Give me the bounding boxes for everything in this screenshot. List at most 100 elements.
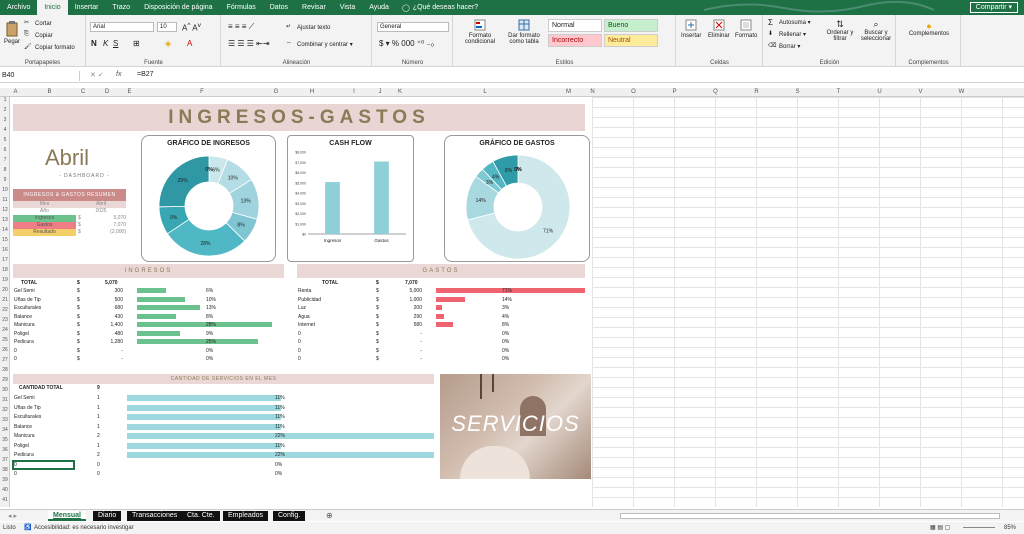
clear-button[interactable]: ⌫ Borrar ▾ <box>768 42 800 51</box>
row-header[interactable]: 33 <box>0 417 10 423</box>
row-header[interactable]: 18 <box>0 267 10 273</box>
row-header[interactable]: 15 <box>0 237 10 243</box>
format-cells-button[interactable]: Formato <box>735 19 757 39</box>
conditional-format-button[interactable]: Formato condicional <box>460 19 500 45</box>
column-header[interactable]: B <box>21 88 78 97</box>
column-header[interactable]: C <box>78 88 88 97</box>
row-header[interactable]: 34 <box>0 427 10 433</box>
cashflow-chart[interactable]: CASH FLOW $0 $1,000 $2,000 $3,000 $4,000 $5,0… <box>287 135 414 262</box>
column-header[interactable]: O <box>613 88 654 97</box>
column-header[interactable]: M <box>565 88 572 97</box>
addins-button[interactable]: ● Complementos <box>903 21 955 37</box>
row-header[interactable]: 22 <box>0 307 10 313</box>
row-header[interactable]: 4 <box>0 127 10 133</box>
row-header[interactable]: 20 <box>0 287 10 293</box>
merge-center-button[interactable]: ⇔ Combinar y centrar ▾ <box>286 40 353 49</box>
share-button[interactable]: Compartir ▾ <box>969 2 1018 13</box>
row-header[interactable]: 35 <box>0 437 10 443</box>
menu-tab[interactable]: Ayuda <box>362 0 396 15</box>
menu-tab[interactable]: Fórmulas <box>220 0 263 15</box>
column-header[interactable]: H <box>281 88 343 97</box>
view-mode-icons[interactable]: ▦ ▤ ▢ <box>930 522 950 534</box>
row-header[interactable]: 29 <box>0 377 10 383</box>
column-header[interactable]: E <box>126 88 133 97</box>
style-normal[interactable]: Normal <box>548 19 602 32</box>
column-header[interactable]: N <box>572 88 613 97</box>
underline-button[interactable]: S <box>113 39 118 48</box>
row-header[interactable]: 24 <box>0 327 10 333</box>
column-header[interactable]: S <box>777 88 818 97</box>
number-format-select[interactable]: General <box>377 22 449 32</box>
menu-tab[interactable]: Insertar <box>68 0 106 15</box>
row-header[interactable]: 27 <box>0 357 10 363</box>
row-header[interactable]: 14 <box>0 227 10 233</box>
cashflow-bar[interactable] <box>374 161 389 234</box>
row-header[interactable]: 25 <box>0 337 10 343</box>
sheet-tab[interactable]: Config. <box>273 511 306 521</box>
column-header[interactable]: R <box>736 88 777 97</box>
row-header[interactable]: 16 <box>0 247 10 253</box>
row-header[interactable]: 38 <box>0 467 10 473</box>
cut-button[interactable]: ✂ Cortar <box>24 19 52 28</box>
column-header[interactable]: I <box>343 88 365 97</box>
selected-cell-b40[interactable] <box>12 460 75 470</box>
insert-cells-button[interactable]: Insertar <box>681 19 701 39</box>
row-header[interactable]: 21 <box>0 297 10 303</box>
row-header[interactable]: 41 <box>0 497 10 503</box>
row-header[interactable]: 2 <box>0 107 10 113</box>
align-left-icons[interactable]: ☰ ☰ ☰ ⇤⇥ <box>228 39 270 48</box>
formula-cancel-confirm-icons[interactable]: ✕ ✓ <box>90 71 104 79</box>
font-size-select[interactable]: 10 <box>157 22 177 32</box>
row-header[interactable]: 26 <box>0 347 10 353</box>
row-header[interactable]: 7 <box>0 157 10 163</box>
font-color-icon[interactable]: A <box>187 39 192 48</box>
row-header[interactable]: 11 <box>0 197 10 203</box>
column-header[interactable]: D <box>88 88 126 97</box>
formula-input[interactable]: =B27 <box>137 71 154 78</box>
sheet-tab[interactable]: Diario <box>93 511 122 521</box>
row-header[interactable]: 12 <box>0 207 10 213</box>
empty-grid[interactable] <box>592 97 1024 507</box>
row-header[interactable]: 30 <box>0 387 10 393</box>
row-header[interactable]: 28 <box>0 367 10 373</box>
tab-scroll-arrows[interactable]: ◂ ▸ <box>8 512 17 520</box>
column-header[interactable]: V <box>900 88 941 97</box>
row-header[interactable]: 40 <box>0 487 10 493</box>
style-good[interactable]: Bueno <box>604 19 658 32</box>
paste-button[interactable]: Pegar <box>4 21 20 45</box>
align-top-icons[interactable]: ≡ ≡ ≡ ⟋ <box>228 22 254 32</box>
add-sheet-button[interactable]: ⊕ <box>326 511 333 520</box>
style-bad[interactable]: Incorrecto <box>548 34 602 47</box>
italic-button[interactable]: K <box>103 39 108 48</box>
row-header[interactable]: 19 <box>0 277 10 283</box>
cashflow-bar[interactable] <box>325 182 340 234</box>
row-header[interactable]: 3 <box>0 117 10 123</box>
tell-me[interactable]: ◯ ¿Qué deseas hacer? <box>402 4 478 12</box>
row-header[interactable]: 6 <box>0 147 10 153</box>
menu-tab[interactable]: Trazo <box>105 0 137 15</box>
find-select-button[interactable]: ⌕ Buscar y seleccionar <box>859 19 893 42</box>
borders-icon[interactable]: ⊞ <box>133 39 140 48</box>
menu-tab[interactable]: Inicio <box>37 0 68 15</box>
wrap-text-button[interactable]: ↵ Ajustar texto <box>286 23 330 32</box>
fx-icon[interactable]: fx <box>116 71 121 78</box>
zoom-slider[interactable] <box>963 527 995 528</box>
sheet-tab[interactable]: Empleados <box>223 511 269 521</box>
row-header[interactable]: 5 <box>0 137 10 143</box>
fill-button[interactable]: ⬇ Rellenar ▾ <box>768 30 806 39</box>
menu-tab[interactable]: Revisar <box>295 0 333 15</box>
copy-button[interactable]: ⎘ Copiar <box>24 31 53 40</box>
column-header[interactable]: A <box>10 88 21 97</box>
sort-filter-button[interactable]: ⇅ Ordenar y filtrar <box>824 19 856 42</box>
row-header[interactable]: 1 <box>0 97 10 103</box>
name-box[interactable]: B40 <box>2 71 80 81</box>
font-name-select[interactable]: Arial <box>90 22 154 32</box>
format-table-button[interactable]: Dar formato como tabla <box>502 19 546 45</box>
column-header[interactable]: Q <box>695 88 736 97</box>
column-header[interactable]: J <box>365 88 395 97</box>
sheet-tab[interactable]: Mensual <box>48 511 87 521</box>
column-header[interactable]: L <box>405 88 565 97</box>
bold-button[interactable]: N <box>91 39 97 48</box>
income-chart[interactable]: GRÁFICO DE INGRESOS 6% 10% 13% 8% 28% 9% 25% 0%… <box>141 135 276 262</box>
row-header[interactable]: 37 <box>0 457 10 463</box>
